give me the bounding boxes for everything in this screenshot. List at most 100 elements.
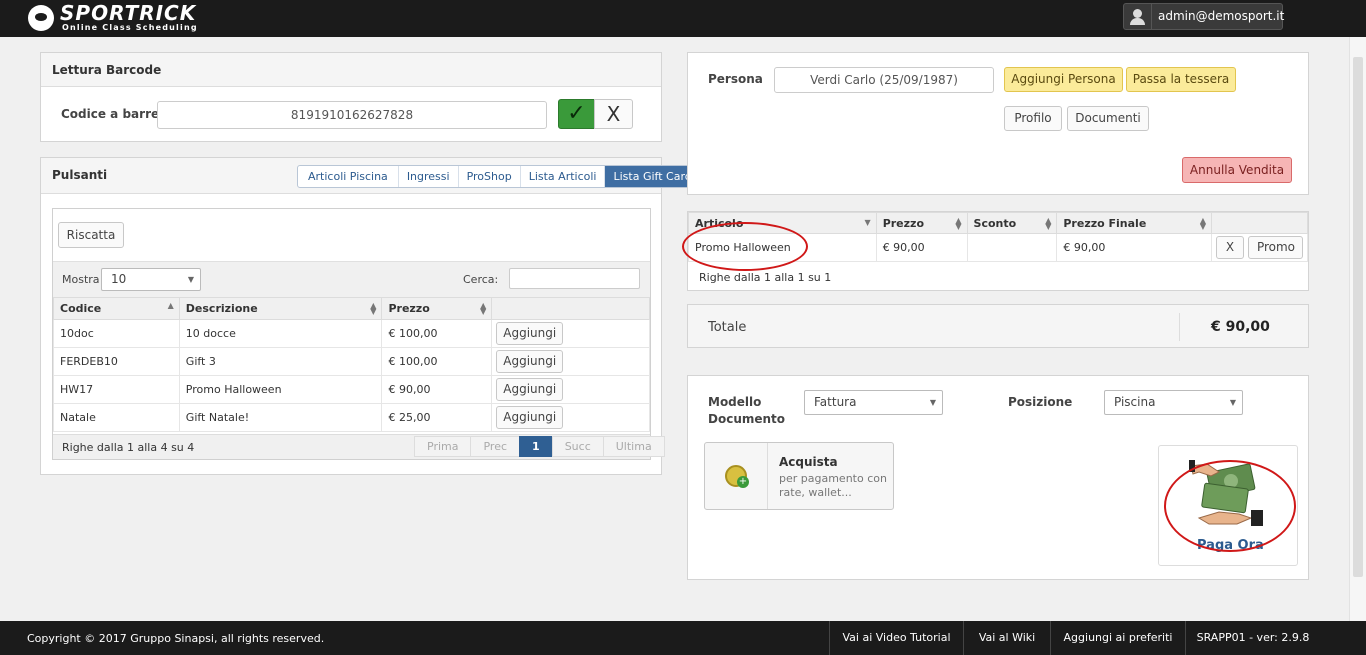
tab-ingressi[interactable]: Ingressi — [399, 166, 459, 187]
position-value: Piscina — [1114, 395, 1156, 409]
pagination: Prima Prec 1 Succ Ultima — [414, 436, 665, 457]
pager-last[interactable]: Ultima — [602, 436, 665, 457]
show-entries-select[interactable]: 10 ▼ — [101, 268, 201, 291]
cell-description: 10 docce — [178, 319, 383, 348]
sort-icon: ▲ ▼ — [370, 301, 377, 316]
logo-text: SPORTRICK — [60, 1, 197, 25]
gift-card-list-box: Riscatta Mostra 10 ▼ Cerca: Codice ▲ Desc… — [52, 208, 665, 460]
search-input[interactable] — [509, 268, 640, 289]
category-tabs: Articoli Piscina Ingressi ProShop Lista … — [297, 165, 701, 188]
show-entries-label: Mostra — [62, 273, 100, 286]
position-select[interactable]: Piscina ▼ — [1104, 390, 1243, 415]
redeem-button[interactable]: Riscatta — [58, 222, 124, 248]
cell-code: Natale — [53, 403, 180, 432]
column-header-prezzo[interactable]: Prezzo ▲ ▼ — [381, 297, 493, 320]
cell-final-price: € 90,00 — [1056, 233, 1212, 262]
tab-lista-gift-card[interactable]: Lista Gift Card — [605, 166, 700, 187]
pager-current[interactable]: 1 — [519, 436, 553, 457]
add-button[interactable]: Aggiungi — [496, 350, 564, 373]
sort-asc-icon: ▲ — [167, 301, 174, 310]
user-icon — [1124, 4, 1152, 29]
cell-code: HW17 — [53, 375, 180, 404]
cancel-sale-button[interactable]: Annulla Vendita — [1182, 157, 1292, 183]
footer-version: SRAPP01 - ver: 2.9.8 — [1185, 621, 1320, 655]
cell-price: € 90,00 — [381, 375, 493, 404]
show-entries-value: 10 — [111, 272, 127, 286]
document-model-select[interactable]: Fattura ▼ — [804, 390, 943, 415]
position-label: Posizione — [1008, 395, 1073, 409]
cell-description: Gift 3 — [178, 347, 383, 376]
logo-mark-icon — [28, 5, 54, 31]
document-model-label-1: Modello — [708, 395, 762, 409]
cell-code: FERDEB10 — [53, 347, 180, 376]
remove-item-button[interactable]: X — [1215, 236, 1244, 259]
barcode-confirm-button[interactable]: ✓ — [558, 99, 595, 129]
add-button[interactable]: Aggiungi — [496, 378, 564, 401]
document-model-value: Fattura — [814, 395, 857, 409]
pager-prev[interactable]: Prec — [470, 436, 521, 457]
sort-desc-icon: ▼ — [864, 218, 871, 227]
column-header-actions — [1210, 212, 1309, 234]
table-info: Righe dalla 1 alla 4 su 4 — [62, 441, 195, 454]
sort-icon: ▲ ▼ — [480, 301, 487, 316]
barcode-cancel-button[interactable]: X — [594, 99, 633, 129]
footer-video-tutorial-link[interactable]: Vai ai Video Tutorial — [829, 621, 963, 655]
sort-icon: ▲ ▼ — [1045, 216, 1052, 231]
barcode-input[interactable]: 8191910162627828 — [157, 101, 547, 129]
add-button[interactable]: Aggiungi — [496, 322, 564, 345]
tab-articoli-piscina[interactable]: Articoli Piscina — [298, 166, 399, 187]
footer-wiki-link[interactable]: Vai al Wiki — [963, 621, 1050, 655]
barcode-panel-title: Lettura Barcode — [52, 63, 162, 77]
cart-info: Righe dalla 1 alla 1 su 1 — [699, 271, 832, 284]
buttons-panel-header: Pulsanti Articoli Piscina Ingressi ProSh… — [41, 158, 701, 194]
column-header-sconto[interactable]: Sconto ▲ ▼ — [966, 212, 1058, 234]
purchase-button[interactable]: + Acquista per pagamento con rate, walle… — [704, 442, 894, 510]
scrollbar-thumb[interactable] — [1353, 57, 1363, 577]
column-header-actions — [491, 297, 650, 320]
cell-description: Promo Halloween — [178, 375, 383, 404]
buttons-panel-title: Pulsanti — [52, 168, 108, 182]
sort-icon: ▲ ▼ — [1199, 216, 1206, 231]
table-row: 10doc 10 docce € 100,00 Aggiungi — [53, 319, 650, 348]
add-button[interactable]: Aggiungi — [496, 406, 564, 429]
chevron-down-icon: ▼ — [1229, 398, 1236, 407]
tab-proshop[interactable]: ProShop — [459, 166, 521, 187]
chevron-down-icon: ▼ — [929, 398, 936, 407]
promo-button[interactable]: Promo — [1248, 236, 1304, 259]
footer-favorites-link[interactable]: Aggiungi ai preferiti — [1050, 621, 1185, 655]
pager-next[interactable]: Succ — [551, 436, 604, 457]
coins-icon-box: + — [705, 443, 768, 509]
column-header-prezzo-finale[interactable]: Prezzo Finale ▲ ▼ — [1056, 212, 1212, 234]
footer: Copyright © 2017 Gruppo Sinapsi, all rig… — [0, 621, 1366, 655]
purchase-title: Acquista — [779, 455, 838, 469]
documents-button[interactable]: Documenti — [1067, 106, 1149, 131]
checkmark-icon: ✓ — [567, 101, 586, 126]
tab-lista-articoli[interactable]: Lista Articoli — [521, 166, 606, 187]
total-panel: Totale € 90,00 — [687, 304, 1309, 348]
table-row: HW17 Promo Halloween € 90,00 Aggiungi — [53, 375, 650, 404]
person-field[interactable]: Verdi Carlo (25/09/1987) — [774, 67, 994, 93]
cell-code: 10doc — [53, 319, 180, 348]
cell-price: € 100,00 — [381, 319, 493, 348]
purchase-description-1: per pagamento con — [779, 472, 887, 485]
person-panel: Persona Verdi Carlo (25/09/1987) Aggiung… — [687, 52, 1309, 195]
user-email: admin@demosport.it — [1158, 9, 1285, 23]
page-scrollbar[interactable] — [1349, 37, 1366, 621]
cell-discount — [966, 233, 1058, 262]
user-menu-button[interactable]: admin@demosport.it — [1123, 3, 1285, 30]
total-divider — [1179, 313, 1180, 341]
column-header-codice[interactable]: Codice ▲ — [53, 297, 180, 320]
search-label: Cerca: — [463, 273, 499, 286]
add-person-button[interactable]: Aggiungi Persona — [1004, 67, 1123, 92]
sort-icon: ▲ ▼ — [955, 216, 962, 231]
cell-price: € 90,00 — [875, 233, 968, 262]
top-bar: SPORTRICK Online Class Scheduling admin@… — [0, 0, 1366, 37]
profile-button[interactable]: Profilo — [1004, 106, 1062, 131]
barcode-panel-header: Lettura Barcode — [41, 53, 661, 87]
column-header-prezzo[interactable]: Prezzo ▲ ▼ — [875, 212, 968, 234]
total-value: € 90,00 — [1211, 319, 1270, 335]
column-header-descrizione[interactable]: Descrizione ▲ ▼ — [178, 297, 383, 320]
swipe-card-button[interactable]: Passa la tessera — [1126, 67, 1236, 92]
pager-first[interactable]: Prima — [414, 436, 472, 457]
table-header-row: Codice ▲ Descrizione ▲ ▼ Prezzo ▲ ▼ — [53, 297, 650, 320]
